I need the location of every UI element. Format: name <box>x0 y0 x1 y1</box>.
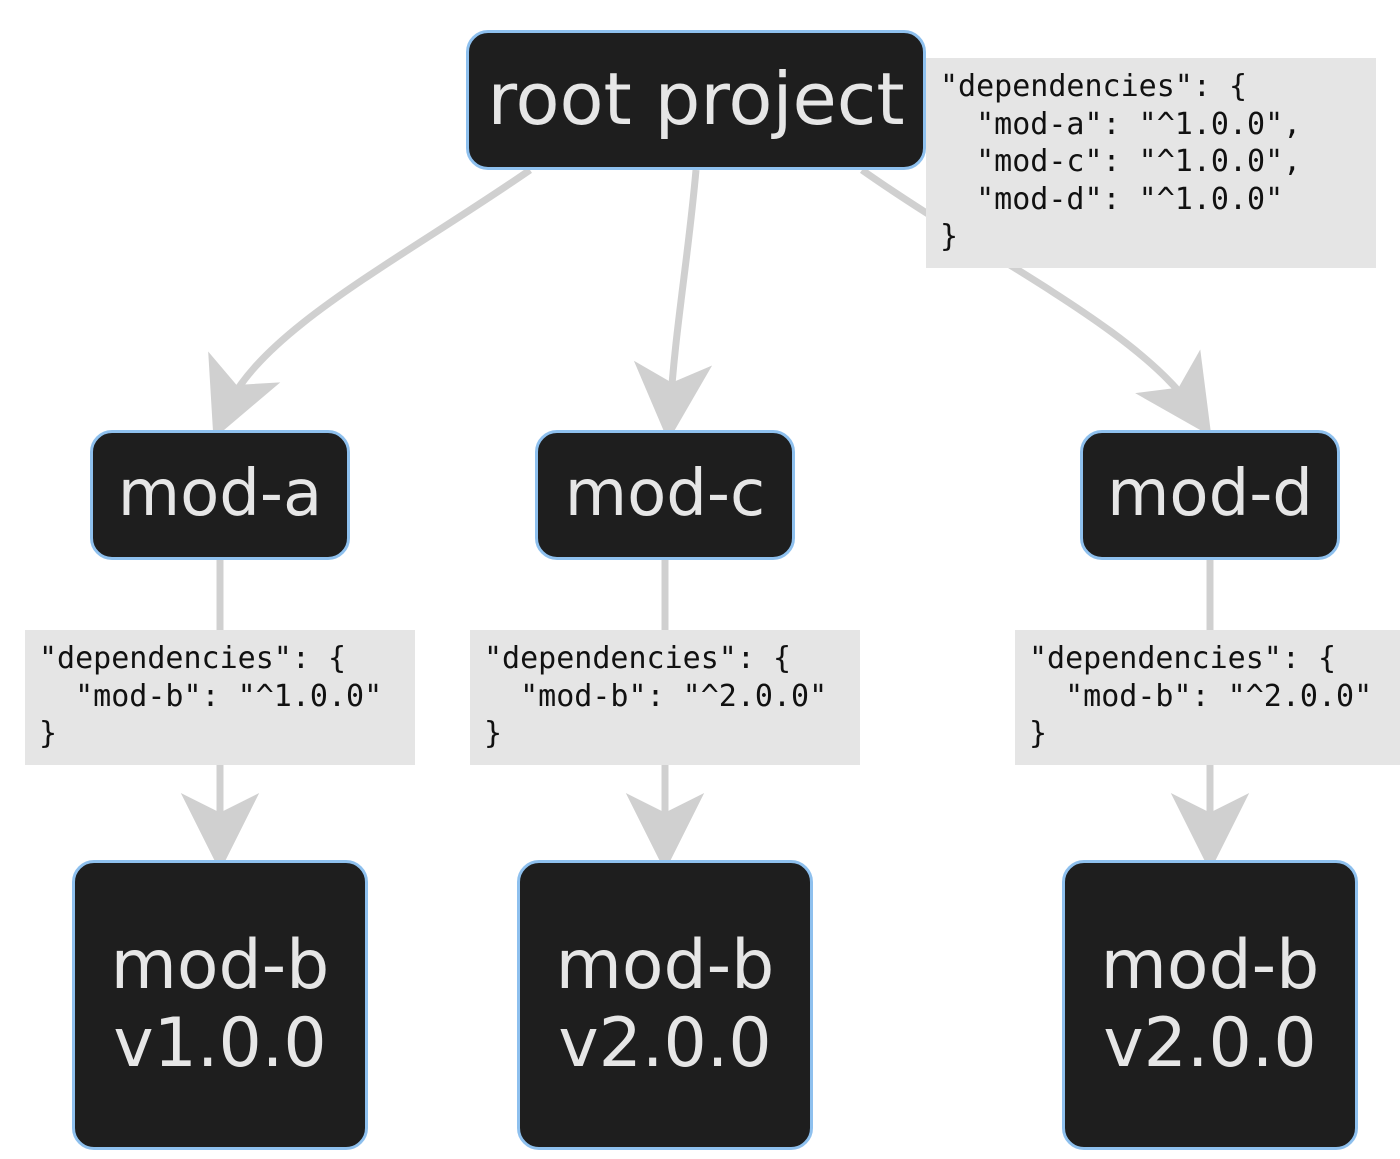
node-label-line2: v2.0.0 <box>1103 1005 1316 1083</box>
node-label: mod-d <box>1107 461 1313 528</box>
node-mod-b-v2-a: mod-b v2.0.0 <box>517 860 813 1150</box>
node-label-line1: mod-b <box>1101 927 1320 1005</box>
edge-root-to-mod-c <box>670 170 696 412</box>
node-label: mod-c <box>565 461 765 528</box>
node-root-project: root project <box>466 30 926 170</box>
node-label-line1: mod-b <box>111 927 330 1005</box>
node-mod-b-v2-b: mod-b v2.0.0 <box>1062 860 1358 1150</box>
node-mod-b-v1: mod-b v1.0.0 <box>72 860 368 1150</box>
node-label-line2: v2.0.0 <box>558 1005 771 1083</box>
node-label: root project <box>487 62 904 138</box>
node-mod-c: mod-c <box>535 430 795 560</box>
node-label-line1: mod-b <box>556 927 775 1005</box>
code-mod-a-deps: "dependencies": { "mod-b": "^1.0.0" } <box>25 630 415 765</box>
node-label-line2: v1.0.0 <box>113 1005 326 1083</box>
node-mod-d: mod-d <box>1080 430 1340 560</box>
edge-root-to-mod-a <box>225 170 530 412</box>
node-label: mod-a <box>118 461 322 528</box>
code-mod-c-deps: "dependencies": { "mod-b": "^2.0.0" } <box>470 630 860 765</box>
node-mod-a: mod-a <box>90 430 350 560</box>
dependency-graph: "dependencies": { "mod-a": "^1.0.0", "mo… <box>0 0 1400 1159</box>
code-mod-d-deps: "dependencies": { "mod-b": "^2.0.0" } <box>1015 630 1400 765</box>
code-root-deps: "dependencies": { "mod-a": "^1.0.0", "mo… <box>926 58 1376 268</box>
